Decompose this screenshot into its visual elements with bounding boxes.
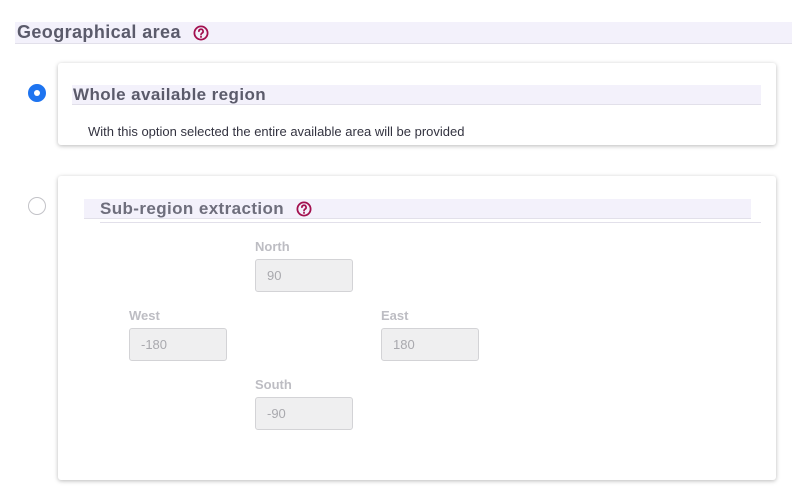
south-input[interactable] [255, 397, 353, 430]
north-label: North [255, 239, 290, 254]
whole-region-card[interactable]: Whole available region With this option … [58, 63, 776, 145]
west-input[interactable] [129, 328, 227, 361]
east-input[interactable] [381, 328, 479, 361]
question-circle-icon[interactable] [296, 201, 312, 217]
geographical-area-header: Geographical area [15, 22, 792, 44]
sub-region-radio[interactable] [28, 197, 46, 215]
south-coordinate: South [255, 377, 353, 430]
section-title: Geographical area [17, 22, 181, 42]
south-label: South [255, 377, 292, 392]
sub-region-divider [100, 222, 761, 223]
sub-region-title-bar: Sub-region extraction [84, 199, 751, 219]
whole-region-description: With this option selected the entire ava… [88, 124, 465, 139]
whole-region-title-bar: Whole available region [72, 85, 761, 105]
sub-region-title: Sub-region extraction [100, 198, 285, 218]
west-coordinate: West [129, 308, 227, 361]
west-label: West [129, 308, 160, 323]
whole-region-title: Whole available region [73, 84, 267, 104]
north-coordinate: North [255, 239, 353, 292]
east-label: East [381, 308, 409, 323]
whole-region-radio[interactable] [28, 84, 46, 102]
east-coordinate: East [381, 308, 479, 361]
geographical-area-page: Geographical area Whole available region… [0, 0, 810, 501]
question-circle-icon[interactable] [193, 25, 209, 41]
north-input[interactable] [255, 259, 353, 292]
sub-region-card[interactable]: Sub-region extraction North West East So… [58, 176, 776, 480]
